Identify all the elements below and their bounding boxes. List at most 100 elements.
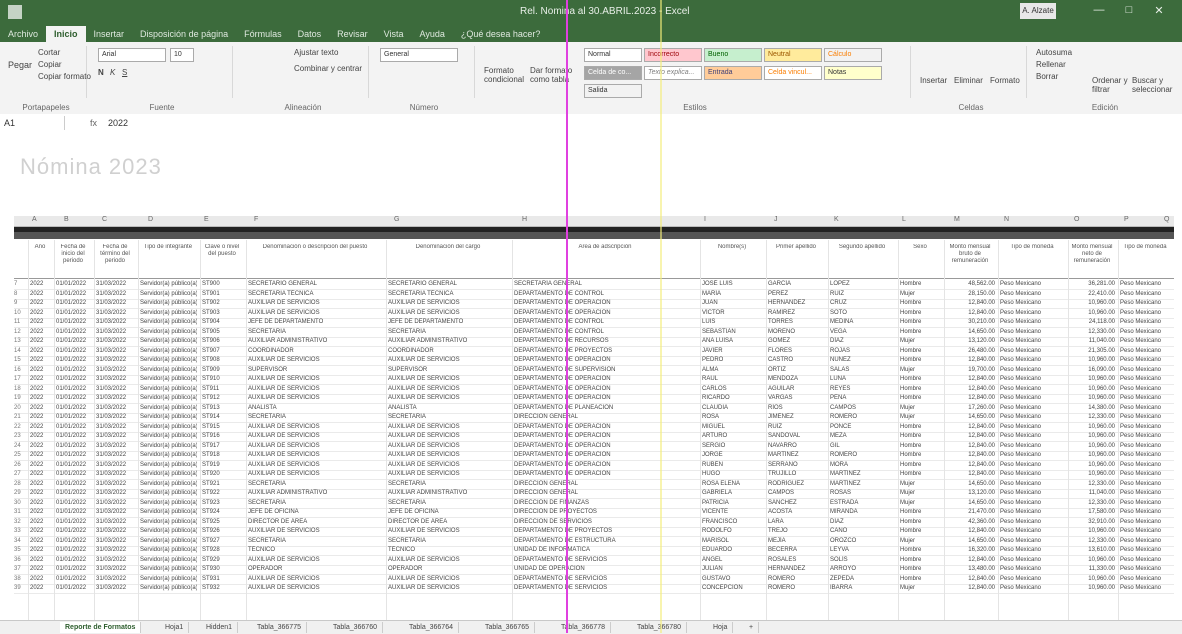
table-cell[interactable]: Servidor(a) público(a) (140, 394, 197, 403)
table-cell[interactable]: 12,840.00 (946, 356, 995, 365)
table-cell[interactable]: ROSA ELENA (702, 480, 763, 489)
table-cell[interactable]: ST932 (202, 584, 243, 593)
table-cell[interactable]: OPERADOR (388, 565, 509, 574)
table-cell[interactable]: 31/03/2022 (96, 356, 135, 365)
table-cell[interactable]: 31/03/2022 (96, 527, 135, 536)
table-row[interactable]: 28 2022 01/01/2022 31/03/2022 Servidor(a) pú… (14, 480, 1174, 489)
maximize-button[interactable]: □ (1120, 4, 1138, 20)
table-cell[interactable]: LUNA (830, 375, 895, 384)
table-cell[interactable]: SALAS (830, 366, 895, 375)
table-row[interactable]: 30 2022 01/01/2022 31/03/2022 Servidor(a) pú… (14, 499, 1174, 508)
table-cell[interactable]: MORA (830, 461, 895, 470)
table-cell[interactable]: 19,700.00 (946, 366, 995, 375)
table-cell[interactable]: AUXILIAR DE SERVICIOS (388, 584, 509, 593)
table-cell[interactable]: GIL (830, 442, 895, 451)
table-cell[interactable]: Peso Mexicano (1120, 470, 1171, 479)
table-cell[interactable]: Mujer (900, 480, 941, 489)
table-cell[interactable]: DIRECCIÓN DE SERVICIOS (514, 518, 697, 527)
table-cell[interactable]: 31/03/2022 (96, 584, 135, 593)
table-cell[interactable]: AUXILIAR ADMINISTRATIVO (388, 337, 509, 346)
table-cell[interactable]: DEPARTAMENTO DE OPERACIÓN (514, 299, 697, 308)
table-cell[interactable]: 2022 (30, 356, 51, 365)
column-letter[interactable]: N (1004, 216, 1009, 223)
row-number[interactable]: 37 (14, 565, 26, 574)
table-cell[interactable]: Peso Mexicano (1000, 375, 1065, 384)
table-cell[interactable]: 31/03/2022 (96, 309, 135, 318)
table-cell[interactable]: 2022 (30, 309, 51, 318)
table-cell[interactable]: Peso Mexicano (1000, 299, 1065, 308)
table-row[interactable]: 8 2022 01/01/2022 31/03/2022 Servidor(a) púb… (14, 290, 1174, 299)
table-cell[interactable]: Peso Mexicano (1120, 423, 1171, 432)
table-cell[interactable]: Peso Mexicano (1120, 328, 1171, 337)
table-cell[interactable]: Mujer (900, 537, 941, 546)
table-row[interactable]: 36 2022 01/01/2022 31/03/2022 Servidor(a) pú… (14, 556, 1174, 565)
table-cell[interactable]: Peso Mexicano (1000, 556, 1065, 565)
table-cell[interactable]: AUXILIAR DE SERVICIOS (248, 432, 383, 441)
table-cell[interactable]: Peso Mexicano (1120, 565, 1171, 574)
table-cell[interactable]: 12,840.00 (946, 461, 995, 470)
style-check[interactable]: Celda de co... (584, 66, 642, 80)
table-cell[interactable]: GUSTAVO (702, 575, 763, 584)
fx-icon[interactable]: fx (90, 116, 97, 130)
minimize-button[interactable]: — (1090, 4, 1108, 20)
table-cell[interactable]: Hombre (900, 565, 941, 574)
table-row[interactable]: 39 2022 01/01/2022 31/03/2022 Servidor(a) pú… (14, 584, 1174, 593)
table-cell[interactable]: CAMPOS (830, 404, 895, 413)
table-cell[interactable]: VEGA (830, 328, 895, 337)
table-cell[interactable]: FRANCISCO (702, 518, 763, 527)
column-header[interactable]: Año (28, 244, 52, 251)
table-cell[interactable]: Servidor(a) público(a) (140, 337, 197, 346)
table-cell[interactable]: ROMERO (768, 584, 825, 593)
table-cell[interactable]: ACOSTA (768, 508, 825, 517)
table-cell[interactable]: AGUILAR (768, 385, 825, 394)
row-number[interactable]: 33 (14, 527, 26, 536)
column-header[interactable]: Tipo de moneda (1118, 244, 1172, 251)
table-cell[interactable]: ST912 (202, 394, 243, 403)
table-cell[interactable]: DEPARTAMENTO DE OPERACIÓN (514, 375, 697, 384)
table-cell[interactable]: Peso Mexicano (1120, 556, 1171, 565)
column-header[interactable]: Sexo (898, 244, 942, 251)
row-number[interactable]: 13 (14, 337, 26, 346)
table-cell[interactable]: HERNÁNDEZ (768, 565, 825, 574)
table-cell[interactable]: Hombre (900, 556, 941, 565)
table-cell[interactable]: Servidor(a) público(a) (140, 432, 197, 441)
column-letter[interactable]: I (704, 216, 706, 223)
table-cell[interactable]: ST905 (202, 328, 243, 337)
table-cell[interactable]: DEPARTAMENTO DE SUPERVISIÓN (514, 366, 697, 375)
close-button[interactable]: ✕ (1150, 4, 1168, 20)
table-cell[interactable]: GARCÍA (768, 280, 825, 289)
table-cell[interactable]: Peso Mexicano (1000, 480, 1065, 489)
table-cell[interactable]: 13,120.00 (946, 337, 995, 346)
row-number[interactable]: 12 (14, 328, 26, 337)
row-number[interactable]: 11 (14, 318, 26, 327)
table-row[interactable]: 22 2022 01/01/2022 31/03/2022 Servidor(a) pú… (14, 423, 1174, 432)
table-cell[interactable]: Peso Mexicano (1120, 366, 1171, 375)
table-cell[interactable]: 12,840.00 (946, 470, 995, 479)
column-letter[interactable]: O (1074, 216, 1079, 223)
table-cell[interactable]: 01/01/2022 (56, 290, 91, 299)
table-cell[interactable]: DEPARTAMENTO DE ESTRUCTURA (514, 537, 697, 546)
sheet-tab[interactable]: Hoja1 (160, 622, 190, 633)
table-cell[interactable]: 12,330.00 (1070, 499, 1115, 508)
table-cell[interactable]: CAMPOS (768, 489, 825, 498)
name-box[interactable]: A1 (4, 116, 65, 130)
table-cell[interactable]: DEPARTAMENTO DE CONTROL (514, 328, 697, 337)
user-account-button[interactable]: A. Alzate (1020, 3, 1056, 19)
table-cell[interactable]: ST911 (202, 385, 243, 394)
table-cell[interactable]: DEPARTAMENTO DE SERVICIOS (514, 584, 697, 593)
table-cell[interactable]: COORDINADOR (388, 347, 509, 356)
table-cell[interactable]: 42,360.00 (946, 518, 995, 527)
table-cell[interactable]: Hombre (900, 375, 941, 384)
table-cell[interactable]: RODOLFO (702, 527, 763, 536)
table-cell[interactable]: 31/03/2022 (96, 337, 135, 346)
table-cell[interactable]: ROSALES (768, 556, 825, 565)
table-cell[interactable]: Peso Mexicano (1120, 461, 1171, 470)
table-cell[interactable]: ANALISTA (248, 404, 383, 413)
table-cell[interactable]: DEPARTAMENTO DE SERVICIOS (514, 575, 697, 584)
table-cell[interactable]: 12,840.00 (946, 309, 995, 318)
table-cell[interactable]: 16,090.00 (1070, 366, 1115, 375)
table-cell[interactable]: RÍOS (768, 404, 825, 413)
table-cell[interactable]: TRUJILLO (768, 470, 825, 479)
table-cell[interactable]: RUIZ (768, 423, 825, 432)
column-letter[interactable]: K (834, 216, 839, 223)
